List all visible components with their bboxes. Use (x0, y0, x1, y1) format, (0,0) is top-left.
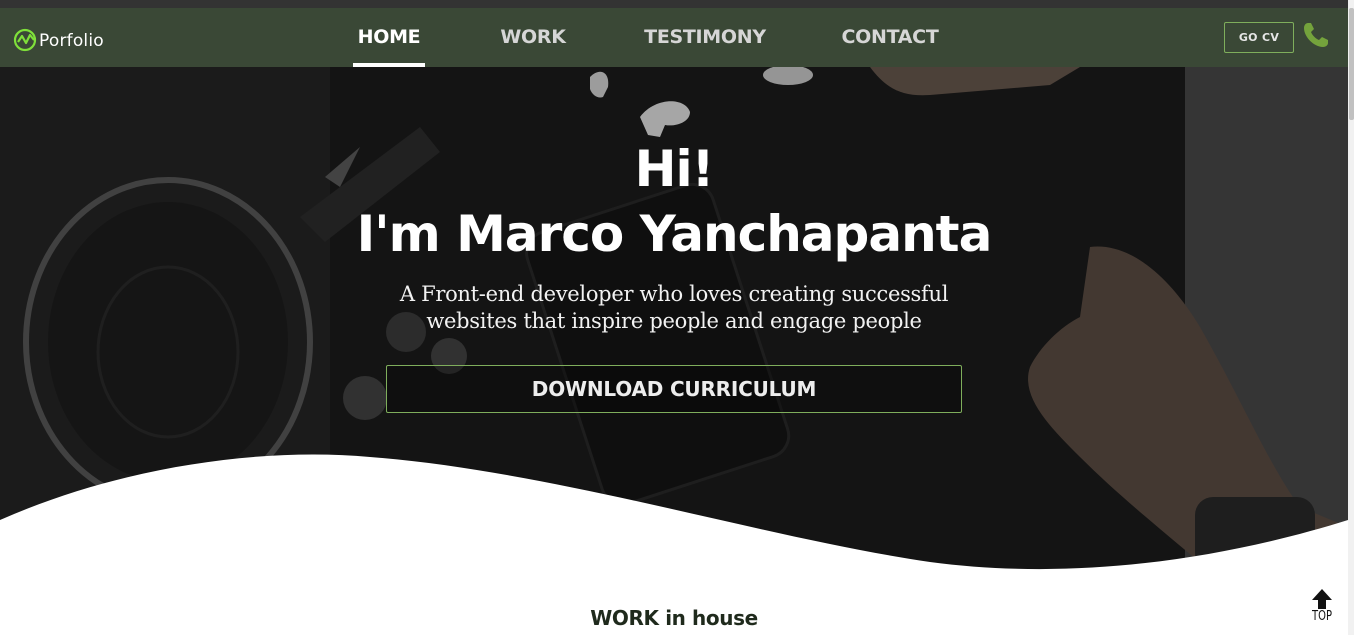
nav-contact[interactable]: CONTACT (840, 8, 940, 67)
scroll-top-label: TOP (1312, 609, 1332, 624)
navbar: Porfolio HOME WORK TESTIMONY CONTACT GO … (0, 8, 1348, 67)
logo-icon (13, 28, 37, 52)
logo[interactable]: Porfolio (13, 22, 104, 52)
active-nav-underline (353, 63, 425, 67)
hero-section: Hi! I'm Marco Yanchapanta A Front-end de… (0, 67, 1348, 571)
browser-top-strip (0, 0, 1354, 8)
hero-subtitle-line-2: websites that inspire people and engage … (426, 309, 922, 333)
hero-subtitle-line-1: A Front-end developer who loves creating… (399, 282, 949, 306)
download-curriculum-button[interactable]: DOWNLOAD CURRICULUM (386, 365, 962, 413)
nav-home[interactable]: HOME (353, 8, 425, 67)
section-title: WORK in house (590, 606, 758, 630)
hero-name: I'm Marco Yanchapanta (356, 205, 993, 263)
hero-greeting: Hi! (634, 140, 715, 198)
scroll-top-button[interactable]: TOP (1308, 588, 1336, 632)
hero-subtitle: A Front-end developer who loves creating… (0, 281, 1348, 335)
go-cv-button[interactable]: GO CV (1224, 22, 1294, 53)
nav-work[interactable]: WORK (497, 8, 569, 67)
nav-testimony[interactable]: TESTIMONY (642, 8, 768, 67)
arrow-up-icon (1312, 589, 1332, 609)
phone-icon[interactable] (1301, 20, 1331, 50)
logo-text: Porfolio (39, 31, 104, 51)
scrollbar-thumb[interactable] (1349, 8, 1354, 120)
